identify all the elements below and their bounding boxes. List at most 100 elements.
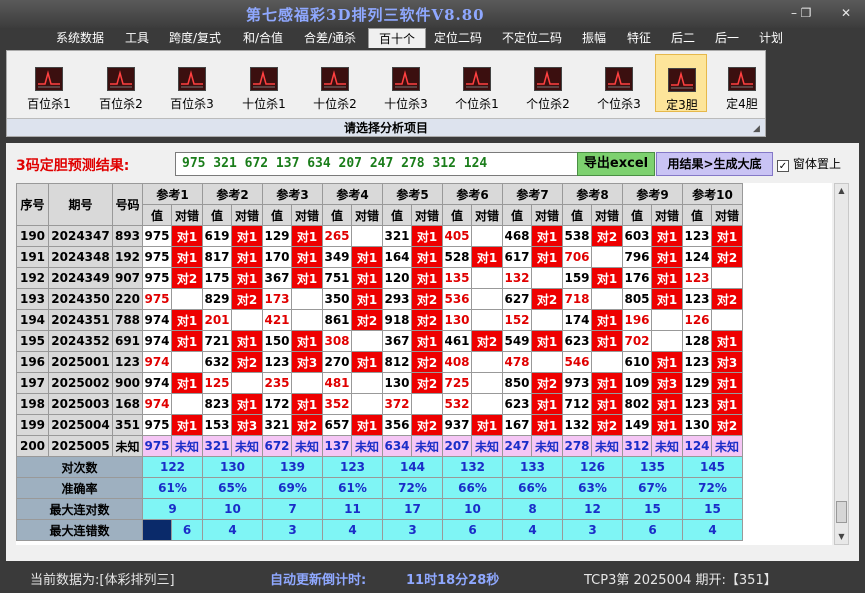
header-ref-10: 参考10	[682, 183, 743, 205]
menu-item-6[interactable]: 百十个	[368, 28, 426, 48]
hit-cell: 对1	[531, 225, 563, 247]
menu-item-8[interactable]: 不定位二码	[496, 28, 568, 48]
table-row[interactable]: 195 2024352 691 974 对1 721 对1 150 对1 308 367 对1 461 对…	[16, 330, 743, 352]
checkbox-mark[interactable]: ✓	[777, 160, 789, 172]
prediction-result-field[interactable]: 975 321 672 137 634 207 247 278 312 124	[175, 152, 581, 176]
hit-cell: 对1	[231, 267, 263, 289]
toolbar-caption: 请选择分析项目	[7, 118, 765, 136]
value-cell: 532	[442, 393, 472, 415]
hit-cell: 对1	[171, 309, 203, 331]
scroll-thumb[interactable]	[836, 501, 847, 523]
hit-cell: 对2	[291, 414, 323, 436]
table-row[interactable]: 190 2024347 893 975 对1 619 对1 129 对1 265 321 对1 405 4…	[16, 225, 743, 247]
restore-button[interactable]: ❐	[796, 5, 816, 21]
tool-button-3[interactable]: 百位杀3	[160, 54, 224, 112]
tool-button-4[interactable]: 十位杀1	[232, 54, 296, 112]
period-cell: 2025001	[48, 351, 113, 373]
tool-label: 百位杀3	[170, 97, 214, 111]
value-cell: 632	[202, 351, 232, 373]
hit-cell	[471, 372, 503, 394]
tool-button-6[interactable]: 十位杀3	[374, 54, 438, 112]
table-row[interactable]: 196 2025001 123 974 632 对2 123 对3 270 对1 812 对2 408 4…	[16, 351, 743, 373]
seq-cell: 195	[16, 330, 49, 352]
app-window: 第七感福彩3D排列三软件V8.80 – ❐ ✕ 系统数据 工具 跨度/复式 和/合值合…	[0, 0, 865, 593]
menu-item-4[interactable]: 和/合值	[237, 28, 289, 48]
value-cell: 265	[322, 225, 352, 247]
tool-button-10[interactable]: 定3胆	[655, 54, 707, 112]
value-cell: 702	[622, 330, 652, 352]
close-button[interactable]: ✕	[836, 5, 856, 21]
value-cell: 128	[682, 330, 712, 352]
stats-label: 最大连对数	[16, 498, 143, 520]
value-cell: 975	[142, 225, 172, 247]
hit-cell	[651, 309, 683, 331]
table-row[interactable]: 193 2024350 220 975 829 对2 173 350 对1 293 对2 536 627…	[16, 288, 743, 310]
hit-cell: 对1	[531, 414, 563, 436]
table-row[interactable]: 191 2024348 192 975 对1 817 对1 170 对1 349 对1 164 对1 52…	[16, 246, 743, 268]
trend-chart-icon	[534, 67, 562, 91]
value-cell: 152	[502, 309, 532, 331]
stat-value: 65%	[202, 477, 263, 499]
value-cell: 149	[622, 414, 652, 436]
value-cell: 176	[622, 267, 652, 289]
tool-label: 百位杀1	[27, 97, 71, 111]
menu-item-1[interactable]: 系统数据	[53, 28, 107, 48]
table-row[interactable]: 192 2024349 907 975 对2 175 对1 367 对1 751 对1 120 对1 13…	[16, 267, 743, 289]
value-cell: 124	[682, 435, 712, 457]
table-row[interactable]: 194 2024351 788 974 对1 201 421 861 对2 918 对2 130 152…	[16, 309, 743, 331]
header-value: 值	[562, 204, 592, 226]
value-cell: 974	[142, 393, 172, 415]
vertical-scrollbar[interactable]: ▲ ▼	[834, 183, 849, 545]
menu-item-2[interactable]: 工具	[119, 28, 155, 48]
menu-item-5[interactable]: 合差/通杀	[298, 28, 362, 48]
tool-button-9[interactable]: 个位杀3	[587, 54, 651, 112]
value-cell: 850	[502, 372, 532, 394]
value-cell: 321	[262, 414, 292, 436]
down-arrow-icon[interactable]: ▼	[835, 530, 848, 544]
value-cell: 123	[262, 351, 292, 373]
hit-cell: 对2	[711, 246, 743, 268]
value-cell: 619	[202, 225, 232, 247]
export-excel-button[interactable]: 导出excel	[577, 152, 655, 176]
value-cell: 321	[382, 225, 412, 247]
hit-cell: 对1	[591, 330, 623, 352]
up-arrow-icon[interactable]: ▲	[835, 184, 848, 198]
header-value: 值	[622, 204, 652, 226]
menu-item-10[interactable]: 特征	[621, 28, 657, 48]
menu-item-12[interactable]: 后一	[709, 28, 745, 48]
value-cell: 123	[682, 351, 712, 373]
hit-cell: 对2	[711, 288, 743, 310]
table-row[interactable]: 197 2025002 900 974 对1 125 235 481 130 对2 725 850 对2…	[16, 372, 743, 394]
stats-label: 对次数	[16, 456, 143, 478]
menu-item-9[interactable]: 振幅	[576, 28, 612, 48]
table-row[interactable]: 199 2025004 351 975 对1 153 对3 321 对2 657 对1 356 对2 93…	[16, 414, 743, 436]
tool-button-2[interactable]: 百位杀2	[89, 54, 153, 112]
tool-button-11[interactable]: 定4胆	[719, 54, 765, 112]
table-row[interactable]: 198 2025003 168 974 823 对1 172 对1 352 372 532 623 对1…	[16, 393, 743, 415]
hit-cell: 对2	[471, 330, 503, 352]
pin-window-checkbox[interactable]: ✓ 窗体置上	[777, 155, 841, 172]
tool-label: 十位杀1	[242, 97, 286, 111]
stat-value: 4	[682, 519, 743, 541]
value-cell: 321	[202, 435, 232, 457]
tool-button-8[interactable]: 个位杀2	[516, 54, 580, 112]
stat-value: 10	[202, 498, 263, 520]
tool-button-1[interactable]: 百位杀1	[17, 54, 81, 112]
hit-cell: 未知	[531, 435, 563, 457]
menu-item-13[interactable]: 计划	[753, 28, 789, 48]
menu-item-7[interactable]: 定位二码	[428, 28, 488, 48]
hit-cell: 对1	[411, 225, 443, 247]
table-row-pending[interactable]: 200 2025005 未知 975 未知 321 未知 672 未知 137 未知 634 未知 207…	[16, 435, 743, 457]
stat-value: 15	[622, 498, 683, 520]
value-cell: 974	[142, 330, 172, 352]
value-cell: 861	[322, 309, 352, 331]
value-cell: 481	[322, 372, 352, 394]
hit-cell: 对1	[231, 393, 263, 415]
menu-item-3[interactable]: 跨度/复式	[163, 28, 227, 48]
tool-button-7[interactable]: 个位杀1	[445, 54, 509, 112]
menu-item-11[interactable]: 后二	[665, 28, 701, 48]
value-cell: 751	[322, 267, 352, 289]
hit-cell: 对1	[711, 225, 743, 247]
tool-button-5[interactable]: 十位杀2	[303, 54, 367, 112]
generate-big-base-button[interactable]: 用结果>生成大底	[656, 152, 773, 176]
